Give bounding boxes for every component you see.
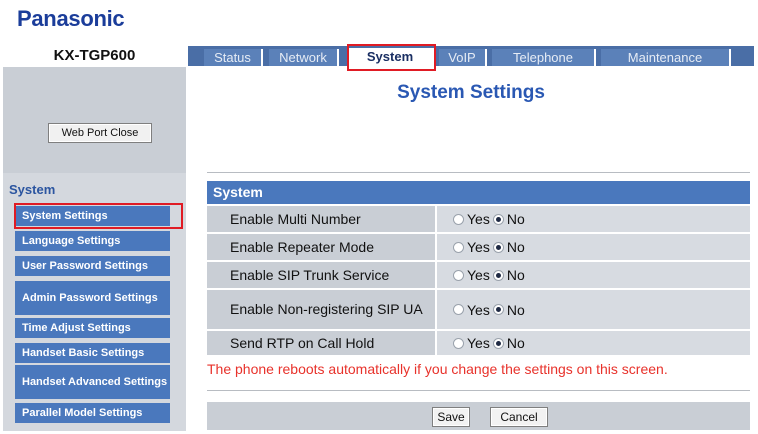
setting-value: Yes No <box>437 331 750 355</box>
cancel-button[interactable]: Cancel <box>490 407 548 427</box>
page-title: System Settings <box>397 82 545 103</box>
left-panel-top: Web Port Close <box>3 67 186 173</box>
setting-row-sip-trunk: Enable SIP Trunk Service Yes No <box>207 262 750 288</box>
radio-yes[interactable] <box>453 269 464 281</box>
radio-no[interactable] <box>492 304 504 315</box>
radio-no-label: No <box>506 267 525 283</box>
web-port-close-button[interactable]: Web Port Close <box>48 123 152 143</box>
setting-row-multi-number: Enable Multi Number Yes No <box>207 206 750 232</box>
radio-yes-label: Yes <box>467 239 490 255</box>
sidebar-heading: System <box>9 182 56 197</box>
tab-telephone[interactable]: Telephone <box>492 49 596 66</box>
setting-value: Yes No <box>437 206 750 232</box>
setting-row-repeater-mode: Enable Repeater Mode Yes No <box>207 234 750 260</box>
button-bar <box>207 402 750 430</box>
setting-label: Enable Repeater Mode <box>207 234 435 260</box>
sidebar-item-user-password-settings[interactable]: User Password Settings <box>15 256 170 276</box>
setting-label: Enable SIP Trunk Service <box>207 262 435 288</box>
radio-no[interactable] <box>492 241 504 253</box>
sidebar-item-parallel-model-settings[interactable]: Parallel Model Settings <box>15 403 170 423</box>
top-tab-bar: Status Network System VoIP Telephone Mai… <box>188 46 754 67</box>
section-header-system: System <box>207 181 750 204</box>
setting-label: Send RTP on Call Hold <box>207 331 435 355</box>
setting-value: Yes No <box>437 262 750 288</box>
radio-no-label: No <box>506 239 525 255</box>
radio-yes-label: Yes <box>467 211 490 227</box>
save-button[interactable]: Save <box>432 407 470 427</box>
radio-yes-label: Yes <box>467 267 490 283</box>
tab-status[interactable]: Status <box>204 49 263 66</box>
setting-row-non-registering-sip-ua: Enable Non-registering SIP UA Yes No <box>207 290 750 329</box>
sidebar-item-language-settings[interactable]: Language Settings <box>15 231 170 251</box>
radio-yes[interactable] <box>453 304 464 315</box>
system-tab-highlight <box>347 44 436 71</box>
left-panel: Web Port Close System System Settings La… <box>3 67 186 431</box>
sidebar-item-handset-basic-settings[interactable]: Handset Basic Settings <box>15 343 170 363</box>
model-name: KX-TGP600 <box>3 46 186 67</box>
radio-no-label: No <box>506 301 525 318</box>
title-divider <box>207 172 750 173</box>
radio-no[interactable] <box>492 213 504 225</box>
radio-no[interactable] <box>492 269 504 281</box>
radio-yes-label: Yes <box>467 335 490 351</box>
tab-voip[interactable]: VoIP <box>439 49 487 66</box>
system-settings-highlight <box>14 203 183 229</box>
footer-divider <box>207 390 750 391</box>
radio-no[interactable] <box>492 337 504 349</box>
radio-no-label: No <box>506 211 525 227</box>
radio-no-label: No <box>506 335 525 351</box>
radio-yes[interactable] <box>453 213 464 225</box>
radio-yes[interactable] <box>453 337 464 349</box>
setting-row-send-rtp-on-hold: Send RTP on Call Hold Yes No <box>207 331 750 355</box>
setting-value: Yes No <box>437 290 750 329</box>
radio-yes[interactable] <box>453 241 464 253</box>
setting-label: Enable Multi Number <box>207 206 435 232</box>
panasonic-logo: Panasonic <box>17 6 125 31</box>
tab-maintenance[interactable]: Maintenance <box>601 49 731 66</box>
sidebar-item-handset-advanced-settings[interactable]: Handset Advanced Settings <box>15 365 170 399</box>
sidebar-item-time-adjust-settings[interactable]: Time Adjust Settings <box>15 318 170 338</box>
sidebar-item-admin-password-settings[interactable]: Admin Password Settings <box>15 281 170 315</box>
reboot-warning: The phone reboots automatically if you c… <box>207 361 668 377</box>
tab-network[interactable]: Network <box>269 49 339 66</box>
setting-value: Yes No <box>437 234 750 260</box>
setting-label: Enable Non-registering SIP UA <box>207 290 435 329</box>
radio-yes-label: Yes <box>467 301 490 318</box>
